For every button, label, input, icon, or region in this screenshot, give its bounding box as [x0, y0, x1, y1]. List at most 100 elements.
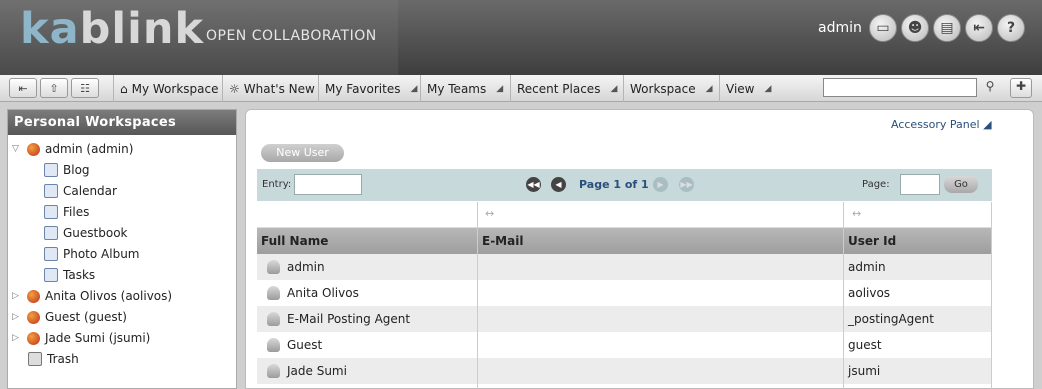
page-input[interactable] [900, 174, 940, 195]
user-workspace-icon [27, 310, 40, 324]
monitor-icon[interactable]: ▭ [869, 14, 897, 42]
menu-arrow-icon: ◢ [705, 83, 713, 94]
tree-item-trash[interactable]: Trash [28, 349, 79, 369]
column-divider [477, 202, 478, 389]
cell-full-name[interactable]: E-Mail Posting Agent [287, 312, 410, 326]
pager-bar: Entry: ◀◀ ◀ Page 1 of 1 ▶ ▶▶ Page: Go [257, 169, 992, 201]
tree-item-blog[interactable]: Blog [44, 160, 90, 180]
column-divider [843, 202, 844, 389]
nav-my-teams[interactable]: My Teams ◢ [420, 75, 509, 102]
page-label: Page: [862, 179, 890, 190]
column-resize-row: ↔ ↔ [257, 202, 992, 228]
go-button[interactable]: Go [944, 176, 978, 193]
new-user-button[interactable]: New User [261, 144, 344, 162]
table-row[interactable]: Guest guest [257, 332, 992, 358]
nav-workspace[interactable]: Workspace ◢ [623, 75, 719, 102]
tree-item-tasks[interactable]: Tasks [44, 265, 95, 285]
table-row[interactable]: Jade Sumi jsumi [257, 358, 992, 384]
nav-recent-places[interactable]: Recent Places ◢ [510, 75, 623, 102]
column-divider [991, 202, 992, 389]
nav-whats-new[interactable]: ☼ What's New [222, 75, 321, 102]
tree-item-jsumi[interactable]: ▷ Jade Sumi (jsumi) [12, 328, 150, 348]
clipboard-icon[interactable]: ▤ [933, 14, 961, 42]
user-icon [267, 312, 280, 326]
tagline: OPEN COLLABORATION [206, 28, 377, 44]
nav-toolbar: ⇤ ⇧ ☷ ⌂ My Workspace ☼ What's New My Favor… [0, 75, 1042, 102]
prev-page-icon[interactable]: ◀ [551, 177, 566, 192]
cell-user-id: _postingAgent [848, 312, 934, 326]
expand-icon[interactable]: ▷ [12, 291, 22, 301]
guestbook-icon [44, 226, 58, 240]
entry-label: Entry: [262, 179, 292, 190]
menu-arrow-icon: ◢ [496, 83, 504, 94]
table-row[interactable]: admin admin [257, 254, 992, 280]
tree-item-files[interactable]: Files [44, 202, 89, 222]
logo-area: kablink OPEN COLLABORATION [0, 0, 398, 75]
menu-arrow-icon: ◢ [610, 83, 618, 94]
user-workspace-icon [27, 142, 40, 156]
cell-full-name[interactable]: admin [287, 260, 325, 274]
nav-my-favorites[interactable]: My Favorites ◢ [318, 75, 423, 102]
add-icon[interactable]: ✚ [1010, 78, 1032, 98]
accessory-panel-link[interactable]: Accessory Panel ◢ [891, 118, 992, 131]
user-icon [267, 286, 280, 300]
expand-icon[interactable]: ▷ [12, 312, 22, 322]
help-icon[interactable]: ? [997, 14, 1025, 42]
last-page-icon: ▶▶ [679, 177, 694, 192]
user-icon [267, 364, 280, 378]
cell-user-id: admin [848, 260, 886, 274]
table-header: Full Name E-Mail User Id [257, 228, 992, 254]
users-table: ↔ ↔ Full Name E-Mail User Id admin admin… [257, 202, 992, 384]
entry-input[interactable] [294, 174, 362, 195]
main-panel: Accessory Panel ◢ New User Entry: ◀◀ ◀ P… [245, 109, 1034, 389]
menu-arrow-icon: ◢ [983, 118, 992, 131]
tree-icon[interactable]: ☷ [71, 78, 99, 98]
user-check-icon[interactable]: ☻ [901, 14, 929, 42]
page-info: Page 1 of 1 [579, 178, 649, 191]
resize-handle-icon[interactable]: ↔ [852, 207, 861, 220]
sidebar: Personal Workspaces ▽ admin (admin) Blog… [7, 109, 237, 389]
table-row[interactable]: E-Mail Posting Agent _postingAgent [257, 306, 992, 332]
cell-user-id: jsumi [848, 364, 881, 378]
cell-user-id: aolivos [848, 286, 891, 300]
col-full-name[interactable]: Full Name [261, 234, 328, 248]
tree-item-aolivos[interactable]: ▷ Anita Olivos (aolivos) [12, 286, 172, 306]
first-page-icon[interactable]: ◀◀ [526, 177, 541, 192]
nav-view[interactable]: View ◢ [719, 75, 777, 102]
cell-user-id: guest [848, 338, 882, 352]
expand-icon[interactable]: ▷ [12, 333, 22, 343]
trash-icon [28, 352, 42, 366]
tasks-icon [44, 268, 58, 282]
user-icon [267, 260, 280, 274]
current-user[interactable]: admin [818, 20, 862, 36]
next-page-icon: ▶ [653, 177, 668, 192]
collapse-icon[interactable]: ▽ [12, 144, 22, 154]
app-header: kablink OPEN COLLABORATION admin ▭ ☻ ▤ ⇤… [0, 0, 1042, 75]
menu-arrow-icon: ◢ [764, 83, 772, 94]
col-user-id[interactable]: User Id [848, 234, 896, 248]
table-row[interactable]: Anita Olivos aolivos [257, 280, 992, 306]
back-icon[interactable]: ⇤ [9, 78, 37, 98]
kablink-logo[interactable]: kablink [20, 4, 204, 54]
search-icon[interactable]: ⚲ [981, 79, 999, 97]
menu-arrow-icon: ◢ [410, 83, 418, 94]
logout-icon[interactable]: ⇤ [965, 14, 993, 42]
user-workspace-icon [27, 289, 40, 303]
cell-full-name[interactable]: Jade Sumi [287, 364, 347, 378]
tree-item-admin[interactable]: ▽ admin (admin) [12, 139, 133, 159]
col-email[interactable]: E-Mail [482, 234, 523, 248]
search-input[interactable] [823, 78, 977, 97]
resize-handle-icon[interactable]: ↔ [485, 207, 494, 220]
sidebar-title: Personal Workspaces [8, 110, 236, 135]
calendar-icon [44, 184, 58, 198]
cell-full-name[interactable]: Anita Olivos [287, 286, 359, 300]
home-icon: ⌂ [120, 81, 128, 96]
nav-my-workspace[interactable]: ⌂ My Workspace [113, 75, 224, 102]
tree-item-photo-album[interactable]: Photo Album [44, 244, 140, 264]
tree-item-guestbook[interactable]: Guestbook [44, 223, 128, 243]
tree-item-guest[interactable]: ▷ Guest (guest) [12, 307, 127, 327]
cell-full-name[interactable]: Guest [287, 338, 322, 352]
upload-icon[interactable]: ⇧ [40, 78, 68, 98]
files-icon [44, 205, 58, 219]
tree-item-calendar[interactable]: Calendar [44, 181, 117, 201]
